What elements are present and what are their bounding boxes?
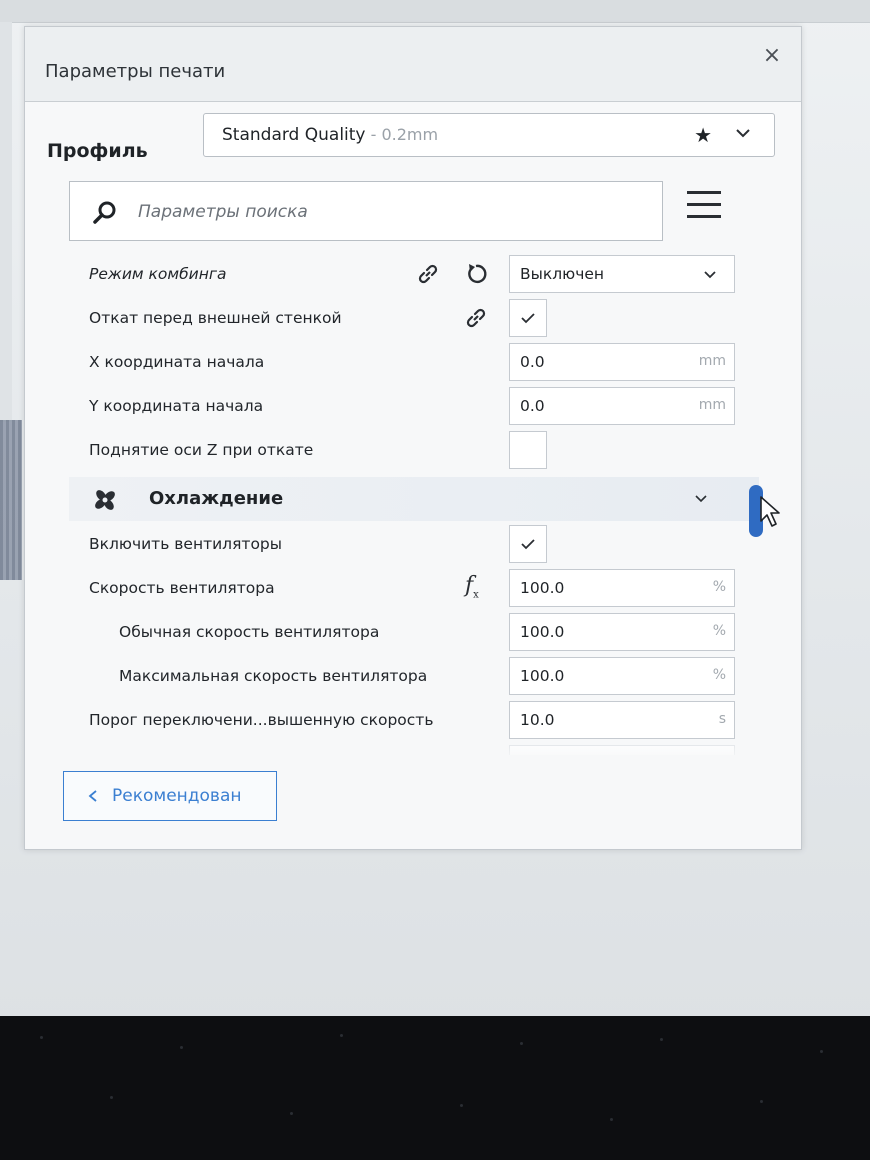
chevron-down-icon [704, 271, 716, 279]
setting-label: Режим комбинга [89, 265, 227, 283]
panel-title: Параметры печати [45, 61, 226, 82]
setting-label: Обычная скорость вентилятора [119, 623, 380, 641]
setting-row-fan-speed-threshold: Порог переключени...вышенную скорость 10… [69, 699, 789, 741]
search-icon [93, 201, 116, 224]
field-unit: mm [698, 353, 726, 369]
setting-label: X координата начала [89, 353, 265, 371]
top-bar [0, 0, 870, 23]
category-label: Охлаждение [149, 488, 284, 509]
setting-label: Откат перед внешней стенкой [89, 309, 342, 327]
monitor-bezel [0, 1016, 870, 1160]
checkmark-icon [521, 313, 535, 324]
enable-fans-checkbox[interactable] [509, 525, 547, 563]
field-value: 100.0 [520, 667, 565, 685]
combing-mode-dropdown[interactable]: Выключен [509, 255, 735, 293]
setting-row-fan-speed: Скорость вентилятора fx 100.0 % [69, 567, 789, 609]
field-unit: s [718, 711, 726, 727]
profile-layer-height: - 0.2mm [365, 125, 439, 144]
reset-icon[interactable] [463, 261, 489, 287]
setting-label: Максимальная скорость вентилятора [119, 667, 428, 685]
field-value: 0.0 [520, 353, 545, 371]
setting-row-y-start: Y координата начала 0.0 mm [69, 385, 789, 427]
mouse-cursor-icon [760, 496, 780, 527]
setting-row-combing: Режим комбинга Выключен [69, 253, 789, 295]
settings-visibility-menu-icon[interactable] [687, 191, 721, 225]
chevron-left-icon [88, 790, 97, 802]
fan-icon [95, 490, 115, 510]
max-fan-speed-input[interactable]: 100.0 % [509, 657, 735, 695]
setting-row-z-hop: Поднятие оси Z при откате [69, 429, 789, 471]
field-value: 100.0 [520, 623, 565, 641]
list-fade [69, 739, 789, 759]
category-cooling[interactable]: Охлаждение [69, 477, 759, 521]
profile-quality: Standard Quality [222, 125, 366, 145]
function-icon[interactable]: fx [465, 573, 491, 600]
fan-speed-input[interactable]: 100.0 % [509, 569, 735, 607]
star-icon[interactable]: ★ [694, 123, 712, 147]
recommended-button[interactable]: Рекомендован [63, 771, 277, 821]
link-icon[interactable] [415, 261, 441, 287]
search-placeholder: Параметры поиска [138, 202, 308, 222]
panel-header: Параметры печати × [25, 27, 801, 102]
y-start-input[interactable]: 0.0 mm [509, 387, 735, 425]
field-unit: % [712, 623, 726, 639]
setting-label: Y координата начала [89, 397, 264, 415]
checkmark-icon [521, 539, 535, 550]
profile-select[interactable]: Standard Quality - 0.2mm ★ [203, 113, 775, 157]
z-hop-checkbox[interactable] [509, 431, 547, 469]
setting-row-regular-fan-speed: Обычная скорость вентилятора 100.0 % [69, 611, 789, 653]
setting-row-x-start: X координата начала 0.0 mm [69, 341, 789, 383]
field-unit: % [712, 579, 726, 595]
recommended-label: Рекомендован [112, 786, 242, 806]
profile-name: Standard Quality - 0.2mm [222, 125, 438, 145]
chevron-down-icon [695, 495, 707, 503]
link-icon[interactable] [463, 305, 489, 331]
setting-row-max-fan-speed: Максимальная скорость вентилятора 100.0 … [69, 655, 789, 697]
field-value: 100.0 [520, 579, 565, 597]
x-start-input[interactable]: 0.0 mm [509, 343, 735, 381]
setting-label: Поднятие оси Z при откате [89, 441, 314, 459]
viewport-edge [0, 22, 12, 422]
fan-speed-threshold-input[interactable]: 10.0 s [509, 701, 735, 739]
dropdown-value: Выключен [520, 265, 605, 283]
field-value: 0.0 [520, 397, 545, 415]
setting-row-enable-fans: Включить вентиляторы [69, 523, 789, 565]
print-settings-panel: Параметры печати × Профиль Standard Qual… [24, 26, 802, 850]
settings-list: Режим комбинга Выключен Откат перед внеш… [69, 253, 789, 755]
chevron-down-icon [736, 129, 750, 138]
setting-row-retract-outer-wall: Откат перед внешней стенкой [69, 297, 789, 339]
field-value: 10.0 [520, 711, 555, 729]
regular-fan-speed-input[interactable]: 100.0 % [509, 613, 735, 651]
search-input[interactable]: Параметры поиска [69, 181, 663, 241]
setting-label: Скорость вентилятора [89, 579, 275, 597]
profile-label: Профиль [47, 140, 148, 162]
retract-outer-wall-checkbox[interactable] [509, 299, 547, 337]
setting-label: Порог переключени...вышенную скорость [89, 711, 434, 729]
close-button[interactable]: × [761, 45, 783, 67]
setting-label: Включить вентиляторы [89, 535, 283, 553]
field-unit: mm [698, 397, 726, 413]
field-unit: % [712, 667, 726, 683]
build-plate-preview [0, 420, 22, 580]
